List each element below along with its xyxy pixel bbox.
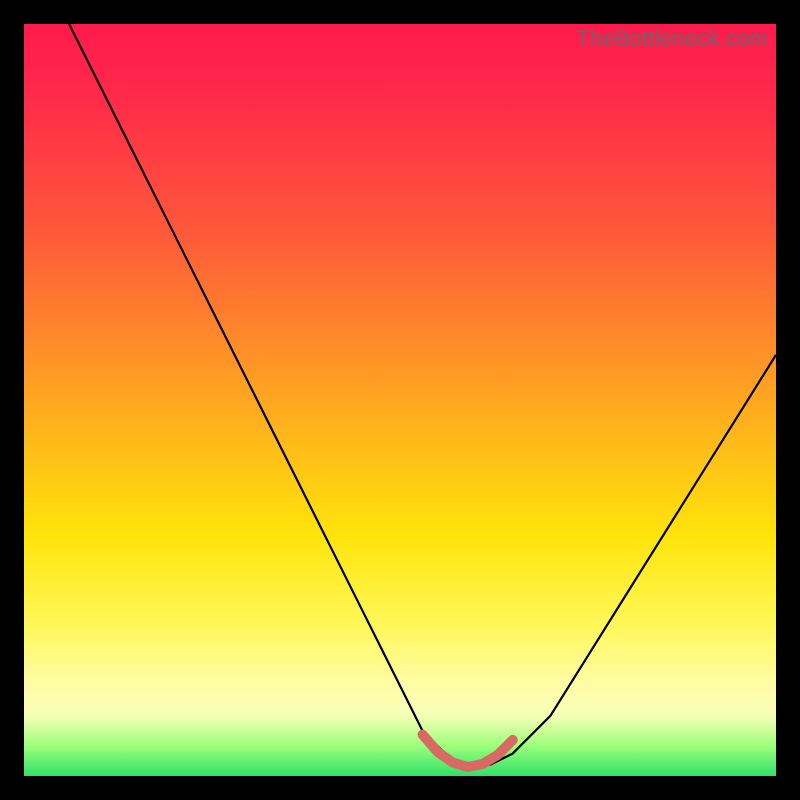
plot-area: TheBottleneck.com	[24, 24, 776, 776]
chart-frame: TheBottleneck.com	[0, 0, 800, 800]
chart-svg	[24, 24, 776, 776]
optimal-region-path	[423, 735, 513, 767]
bottleneck-curve-path	[69, 24, 776, 767]
